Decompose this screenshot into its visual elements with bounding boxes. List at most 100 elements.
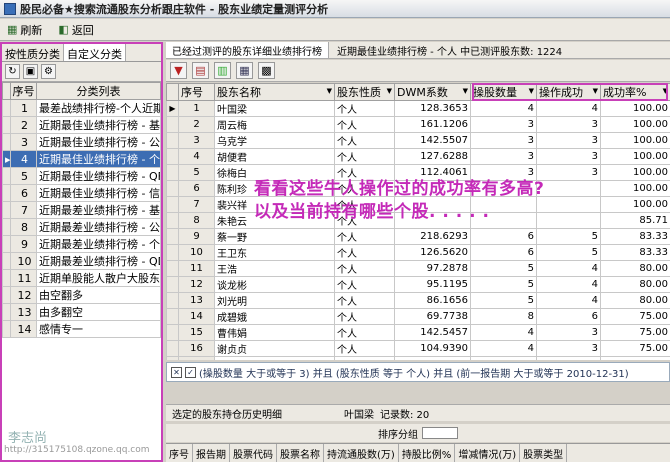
dropdown-icon[interactable]: ▼ [663,87,668,95]
print-icon[interactable]: ▦ [236,62,253,79]
tab-custom[interactable]: 自定义分类 [64,44,126,61]
filter-checkbox[interactable]: ✓ [185,366,196,378]
category-row[interactable]: 12 由空翻多 [2,286,161,304]
ranking-info: 近期最佳业绩排行榜 - 个人 中已测评股东数: 1224 [337,46,563,58]
cell-success-rate: 100.00 [600,180,670,197]
refresh-icon[interactable]: ↻ [5,64,20,79]
col-category[interactable]: 分类列表 [36,82,161,100]
ranking-row[interactable]: ▶ 1 叶国梁 个人 128.3653 4 4 100.00 [166,100,670,117]
ranking-row[interactable]: 13 刘光明 个人 86.1656 5 4 80.00 [166,292,670,309]
cell-success: 3 [536,164,601,181]
filter-icon[interactable]: ▼ [170,62,187,79]
col-rank[interactable]: 序号 [178,83,215,101]
category-name: 近期最差业绩排行榜 - QDII [36,252,161,270]
cell-holder-type: 个人 [334,260,395,277]
category-name: 最差战绩排行榜-个人近期 [36,99,161,117]
col-dwm[interactable]: DWM系数 ▼ [394,83,471,101]
cell-success: 5 [536,244,601,261]
category-index: 12 [10,286,37,304]
ranking-row[interactable]: 7 裴兴祥 个人 100.00 [166,196,670,213]
category-row[interactable]: 10 近期最差业绩排行榜 - QDII [2,252,161,270]
cell-rank: 1 [178,100,215,117]
cell-rank: 7 [178,196,215,213]
holdings-col-header[interactable]: 持股比例% [399,444,456,462]
refresh-button[interactable]: ▦ 刷新 [4,21,45,39]
ranking-row[interactable]: 4 胡便君 个人 127.6288 3 3 100.00 [166,148,670,165]
category-row[interactable]: 9 近期最差业绩排行榜 - 个人 [2,235,161,253]
holdings-col-header[interactable]: 股票类型 [520,444,568,462]
dropdown-icon[interactable]: ▼ [387,87,392,95]
cell-success-rate: 80.00 [600,260,670,277]
dropdown-icon[interactable]: ▼ [593,87,598,95]
category-row[interactable]: 2 近期最佳业绩排行榜 - 基金 [2,116,161,134]
cell-dwm: 69.7738 [394,308,471,325]
dropdown-icon[interactable]: ▼ [327,87,332,95]
cell-holder-type: 个人 [334,180,395,197]
category-name: 近期最佳业绩排行榜 - QFII [36,167,161,185]
save-icon[interactable]: ▣ [23,64,38,79]
ranking-row[interactable]: 16 谢贞贞 个人 104.9390 4 3 75.00 [166,340,670,357]
refresh-icon: ▦ [7,23,18,36]
col-holder-name[interactable]: 股东名称 ▼ [214,83,335,101]
chart-icon[interactable]: ▤ [192,62,209,79]
category-row[interactable]: 6 近期最佳业绩排行榜 - 信 [2,184,161,202]
category-row[interactable]: 11 近期单股能人散户大股东排 [2,269,161,287]
holdings-col-header[interactable]: 报告期 [193,444,230,462]
category-row[interactable]: 7 近期最差业绩排行榜 - 基金 [2,201,161,219]
col-success[interactable]: 操作成功 ▼ [536,83,601,101]
settings-icon[interactable]: ⚙ [41,64,56,79]
cell-rank: 12 [178,276,215,293]
window-title: 股民必备★搜索流通股东分析跟庄软件 - 股东业绩定量测评分析 [20,2,329,16]
close-filter-icon[interactable]: ✕ [171,366,182,378]
col-holder-type[interactable]: 股东性质 ▼ [334,83,395,101]
holdings-col-header[interactable]: 增减情况(万) [455,444,521,462]
cell-trade-count: 3 [470,116,537,133]
category-row[interactable]: 1 最差战绩排行榜-个人近期 [2,99,161,117]
grid-icon[interactable]: ▩ [258,62,275,79]
holdings-col-header[interactable]: 股票名称 [277,444,324,462]
ranking-tab[interactable]: 已经过测评的股东详细业绩排行榜 [166,42,329,58]
cell-holder-name: 蔡一野 [214,228,335,245]
cell-holder-type: 个人 [334,100,395,117]
category-index: 9 [10,235,37,253]
dropdown-icon[interactable]: ▼ [529,87,534,95]
ranking-row[interactable]: 12 谈龙彬 个人 95.1195 5 4 80.00 [166,276,670,293]
cell-holder-name: 谈龙彬 [214,276,335,293]
category-index: 6 [10,184,37,202]
cell-dwm: 86.1656 [394,292,471,309]
category-row[interactable]: 8 近期最差业绩排行榜 - 公司 [2,218,161,236]
ranking-row[interactable]: 2 周云梅 个人 161.1206 3 3 100.00 [166,116,670,133]
col-index[interactable]: 序号 [10,82,37,100]
ranking-row[interactable]: 11 王浩 个人 97.2878 5 4 80.00 [166,260,670,277]
ranking-row[interactable]: 6 陈利珍 个人 100.00 [166,180,670,197]
category-index: 8 [10,218,37,236]
tab-by-nature[interactable]: 按性质分类 [2,44,64,61]
ranking-row[interactable]: 5 徐梅白 个人 112.4061 3 3 100.00 [166,164,670,181]
ranking-row[interactable]: 15 曹伟娟 个人 142.5457 4 3 75.00 [166,324,670,341]
ranking-row[interactable]: 9 蔡一野 个人 218.6293 6 5 83.33 [166,228,670,245]
ranking-row[interactable]: 17朱福个人102.01714375.00 [166,356,670,360]
ranking-row[interactable]: 8 朱艳云 个人 85.71 [166,212,670,229]
cell-holder-type: 个人 [334,196,395,213]
holdings-col-header[interactable]: 序号 [166,444,193,462]
filter-bar: ✕ ✓ (操股数量 大于或等于 3) 并且 (股东性质 等于 个人) 并且 (前… [166,362,670,382]
category-row[interactable]: ▸ 4 近期最佳业绩排行榜 - 个人 [2,150,161,168]
category-row[interactable]: 13 由多翻空 [2,303,161,321]
cell-success-rate: 100.00 [600,148,670,165]
category-row[interactable]: 14 感情专一 [2,320,161,338]
back-button[interactable]: ◧ 返回 [55,21,96,39]
holdings-col-header[interactable]: 股票代码 [230,444,277,462]
ranking-row[interactable]: 10 王卫东 个人 126.5620 6 5 83.33 [166,244,670,261]
ranking-row[interactable]: 3 乌克学 个人 142.5507 3 3 100.00 [166,132,670,149]
holdings-col-header[interactable]: 持流通股数(万) [324,444,399,462]
category-row[interactable]: 5 近期最佳业绩排行榜 - QFII [2,167,161,185]
holdings-columns: 序号 报告期 股票代码 股票名称 持流通股数(万) 持股比例% 增减情况(万) 股票类型 [166,443,670,462]
ranking-row[interactable]: 14 成碧娥 个人 69.7738 8 6 75.00 [166,308,670,325]
col-success-rate[interactable]: 成功率% ▼ [600,83,670,101]
cell-rank: 14 [178,308,215,325]
export-icon[interactable]: ▥ [214,62,231,79]
category-row[interactable]: 3 近期最佳业绩排行榜 - 公司 [2,133,161,151]
col-trade-count[interactable]: 操股数量 ▼ [470,83,537,101]
sort-group-box[interactable] [422,427,458,439]
dropdown-icon[interactable]: ▼ [463,87,468,95]
